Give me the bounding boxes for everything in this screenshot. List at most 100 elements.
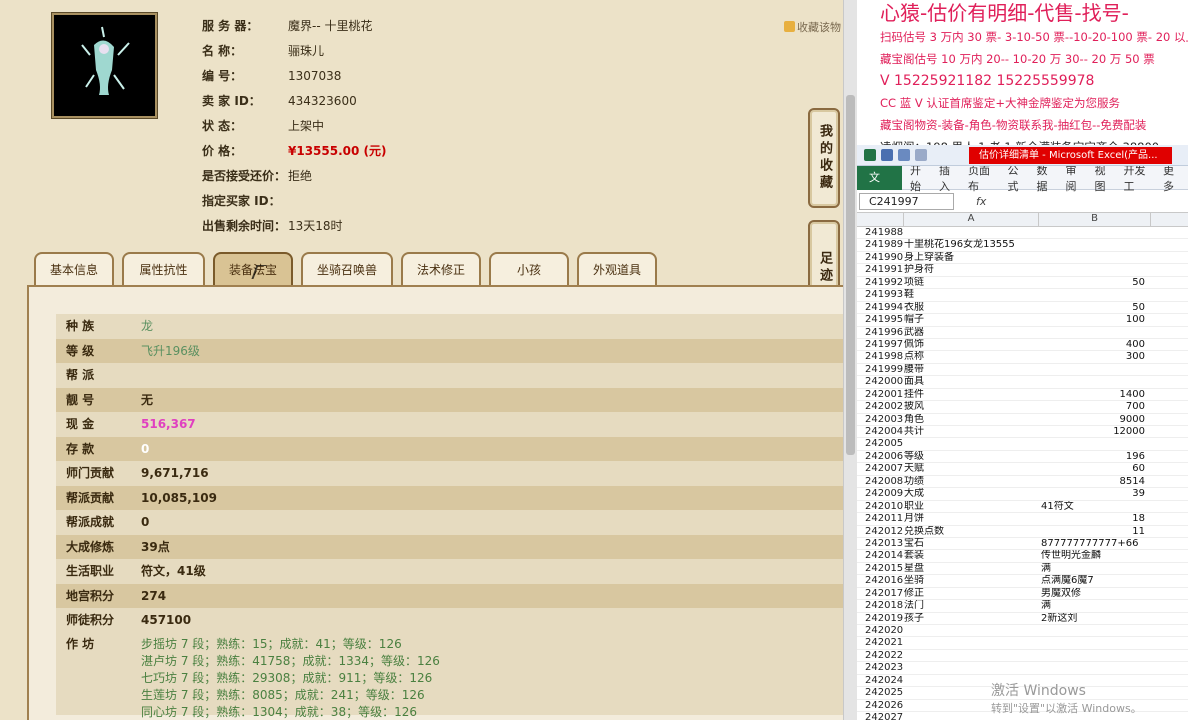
cell-b[interactable]: 男魔双修 bbox=[1039, 588, 1151, 599]
favorite-link[interactable]: 收藏该物 bbox=[784, 19, 841, 35]
row-number[interactable]: 242008 bbox=[857, 476, 904, 487]
row-number[interactable]: 241999 bbox=[857, 364, 904, 375]
cell-a[interactable]: 佩饰 bbox=[904, 339, 1039, 350]
cell-a[interactable]: 角色 bbox=[904, 414, 1039, 425]
cell-a[interactable]: 披风 bbox=[904, 401, 1039, 412]
ribbon-tab-1[interactable]: 开始 bbox=[906, 162, 935, 194]
cell-a[interactable]: 大成 bbox=[904, 488, 1039, 499]
row-number[interactable]: 242025 bbox=[857, 687, 904, 698]
row-number[interactable]: 242006 bbox=[857, 451, 904, 462]
row-number[interactable]: 242012 bbox=[857, 526, 904, 537]
row-number[interactable]: 241996 bbox=[857, 327, 904, 338]
cell-a[interactable]: 孩子 bbox=[904, 613, 1039, 624]
cell-a[interactable]: 坐骑 bbox=[904, 575, 1039, 586]
corner-cell[interactable] bbox=[857, 213, 904, 226]
cell-b[interactable]: 11 bbox=[1039, 526, 1151, 537]
ribbon-tab-5[interactable]: 数据 bbox=[1033, 162, 1062, 194]
save-icon[interactable] bbox=[881, 149, 893, 161]
undo-icon[interactable] bbox=[898, 149, 910, 161]
row-number[interactable]: 242018 bbox=[857, 600, 904, 611]
my-favorites-button[interactable]: 我的收藏 bbox=[808, 108, 840, 208]
row-number[interactable]: 242024 bbox=[857, 675, 904, 686]
cell-b[interactable]: 196 bbox=[1039, 451, 1151, 462]
cell-a[interactable]: 等级 bbox=[904, 451, 1039, 462]
cell-a[interactable]: 项链 bbox=[904, 277, 1039, 288]
cell-b[interactable]: 100 bbox=[1039, 314, 1151, 325]
cell-b[interactable] bbox=[1039, 625, 1151, 636]
cell-b[interactable]: 12000 bbox=[1039, 426, 1151, 437]
row-number[interactable]: 242021 bbox=[857, 637, 904, 648]
tab-3[interactable]: 坐骑召唤兽 bbox=[301, 252, 393, 285]
row-number[interactable]: 242002 bbox=[857, 401, 904, 412]
cell-a[interactable] bbox=[904, 650, 1039, 661]
ribbon-tab-4[interactable]: 公式 bbox=[1004, 162, 1033, 194]
column-header-c[interactable] bbox=[1151, 213, 1188, 226]
cell-b[interactable]: 60 bbox=[1039, 463, 1151, 474]
sheet-grid[interactable]: 241988 241989 十里桃花196女龙13555 241990 身上穿装备 241… bbox=[857, 227, 1188, 720]
cell-b[interactable]: 50 bbox=[1039, 302, 1151, 313]
tab-5[interactable]: 小孩 bbox=[489, 252, 569, 285]
row-number[interactable]: 242010 bbox=[857, 501, 904, 512]
row-number[interactable]: 241990 bbox=[857, 252, 904, 263]
row-number[interactable]: 242023 bbox=[857, 662, 904, 673]
row-number[interactable]: 242013 bbox=[857, 538, 904, 549]
tab-6[interactable]: 外观道具 bbox=[577, 252, 657, 285]
row-number[interactable]: 241989 bbox=[857, 239, 904, 250]
ribbon-tab-8[interactable]: 开发工 bbox=[1120, 162, 1160, 194]
cell-b[interactable] bbox=[1039, 376, 1151, 387]
cell-a[interactable]: 挂件 bbox=[904, 389, 1039, 400]
cell-b[interactable]: 877777777777+66 bbox=[1039, 538, 1151, 549]
row-number[interactable]: 242007 bbox=[857, 463, 904, 474]
cell-a[interactable]: 宝石 bbox=[904, 538, 1039, 549]
cell-b[interactable] bbox=[1039, 289, 1151, 300]
cell-b[interactable]: 2新这刘 bbox=[1039, 613, 1151, 624]
ribbon-tab-0[interactable]: 文件 bbox=[857, 165, 902, 208]
cell-a[interactable] bbox=[904, 438, 1039, 449]
cell-a[interactable]: 修正 bbox=[904, 588, 1039, 599]
cell-a[interactable] bbox=[904, 662, 1039, 673]
cell-b[interactable] bbox=[1039, 637, 1151, 648]
row-number[interactable]: 242015 bbox=[857, 563, 904, 574]
cell-b[interactable]: 1400 bbox=[1039, 389, 1151, 400]
cell-b[interactable]: 点满魔6魔7 bbox=[1039, 575, 1151, 586]
cell-b[interactable]: 300 bbox=[1039, 351, 1151, 362]
cell-b[interactable]: 400 bbox=[1039, 339, 1151, 350]
cell-b[interactable] bbox=[1039, 364, 1151, 375]
cell-b[interactable]: 18 bbox=[1039, 513, 1151, 524]
cell-a[interactable]: 功绩 bbox=[904, 476, 1039, 487]
cell-b[interactable] bbox=[1039, 264, 1151, 275]
cell-a[interactable]: 衣服 bbox=[904, 302, 1039, 313]
ribbon-tab-7[interactable]: 视图 bbox=[1091, 162, 1120, 194]
row-number[interactable]: 242009 bbox=[857, 488, 904, 499]
cell-b[interactable] bbox=[1039, 327, 1151, 338]
row-number[interactable]: 242020 bbox=[857, 625, 904, 636]
cell-b[interactable] bbox=[1039, 438, 1151, 449]
cell-a[interactable]: 腰带 bbox=[904, 364, 1039, 375]
cell-b[interactable]: 满 bbox=[1039, 600, 1151, 611]
tab-0[interactable]: 基本信息 bbox=[34, 252, 114, 285]
fx-icon[interactable]: fx bbox=[976, 195, 986, 208]
cell-a[interactable]: 套装 bbox=[904, 550, 1039, 561]
cell-b[interactable] bbox=[1039, 239, 1151, 250]
row-number[interactable]: 242019 bbox=[857, 613, 904, 624]
cell-b[interactable] bbox=[1039, 227, 1151, 238]
cell-a[interactable]: 身上穿装备 bbox=[904, 252, 1039, 263]
row-number[interactable]: 241993 bbox=[857, 289, 904, 300]
ribbon-tab-3[interactable]: 页面布 bbox=[964, 162, 1004, 194]
cell-a[interactable] bbox=[904, 227, 1039, 238]
row-number[interactable]: 241997 bbox=[857, 339, 904, 350]
column-header-b[interactable]: B bbox=[1039, 213, 1151, 226]
cell-a[interactable]: 兑换点数 bbox=[904, 526, 1039, 537]
tab-2[interactable]: 装备法宝 bbox=[213, 252, 293, 285]
ribbon-tab-2[interactable]: 插入 bbox=[935, 162, 964, 194]
row-number[interactable]: 241994 bbox=[857, 302, 904, 313]
row-number[interactable]: 242000 bbox=[857, 376, 904, 387]
row-number[interactable]: 241992 bbox=[857, 277, 904, 288]
page-scrollbar[interactable] bbox=[843, 0, 857, 720]
row-number[interactable]: 242003 bbox=[857, 414, 904, 425]
ribbon-tab-6[interactable]: 审阅 bbox=[1062, 162, 1091, 194]
cell-a[interactable]: 武器 bbox=[904, 327, 1039, 338]
cell-a[interactable]: 月饼 bbox=[904, 513, 1039, 524]
ribbon-tab-9[interactable]: 更多 bbox=[1159, 162, 1188, 194]
row-number[interactable]: 242017 bbox=[857, 588, 904, 599]
